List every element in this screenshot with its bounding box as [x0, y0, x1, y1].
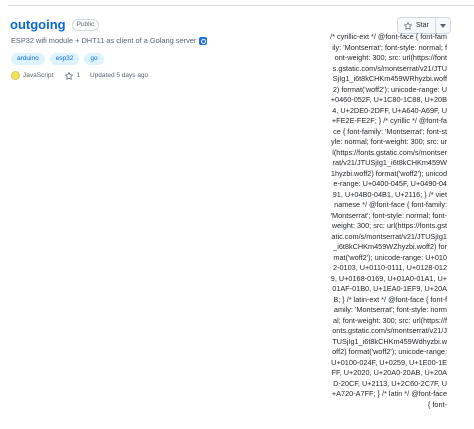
topic-esp32[interactable]: esp32 [49, 53, 80, 65]
repo-description: ESP32 wifi module + DHT11 as client of a… [11, 36, 208, 45]
topic-list: arduino esp32 go [11, 53, 104, 65]
language-color-dot [11, 71, 20, 80]
visibility-badge: Public [71, 18, 100, 31]
repo-meta: JavaScript 1 Updated 5 days ago [11, 71, 148, 80]
star-button[interactable]: Star [398, 18, 435, 33]
star-icon [65, 71, 74, 80]
top-divider [8, 5, 474, 6]
updated-timestamp: Updated 5 days ago [89, 72, 149, 79]
repo-language: JavaScript [23, 72, 54, 79]
star-count: 1 [76, 72, 80, 79]
star-list-dropdown[interactable] [434, 18, 450, 33]
device-emoji-icon [199, 36, 208, 45]
repo-header: outgoing Public [10, 17, 100, 32]
star-icon [404, 21, 412, 30]
description-text: ESP32 wifi module + DHT11 as client of a… [11, 36, 197, 45]
star-button-label: Star [416, 22, 429, 29]
topic-go[interactable]: go [84, 53, 104, 65]
triangle-down-icon [439, 23, 446, 28]
stargazers-link[interactable]: 1 [65, 71, 80, 80]
topic-arduino[interactable]: arduino [11, 53, 45, 65]
leaked-css-text: /* cyrillic-ext */ @font-face { font-fam… [330, 32, 447, 409]
repo-name-link[interactable]: outgoing [10, 17, 66, 32]
